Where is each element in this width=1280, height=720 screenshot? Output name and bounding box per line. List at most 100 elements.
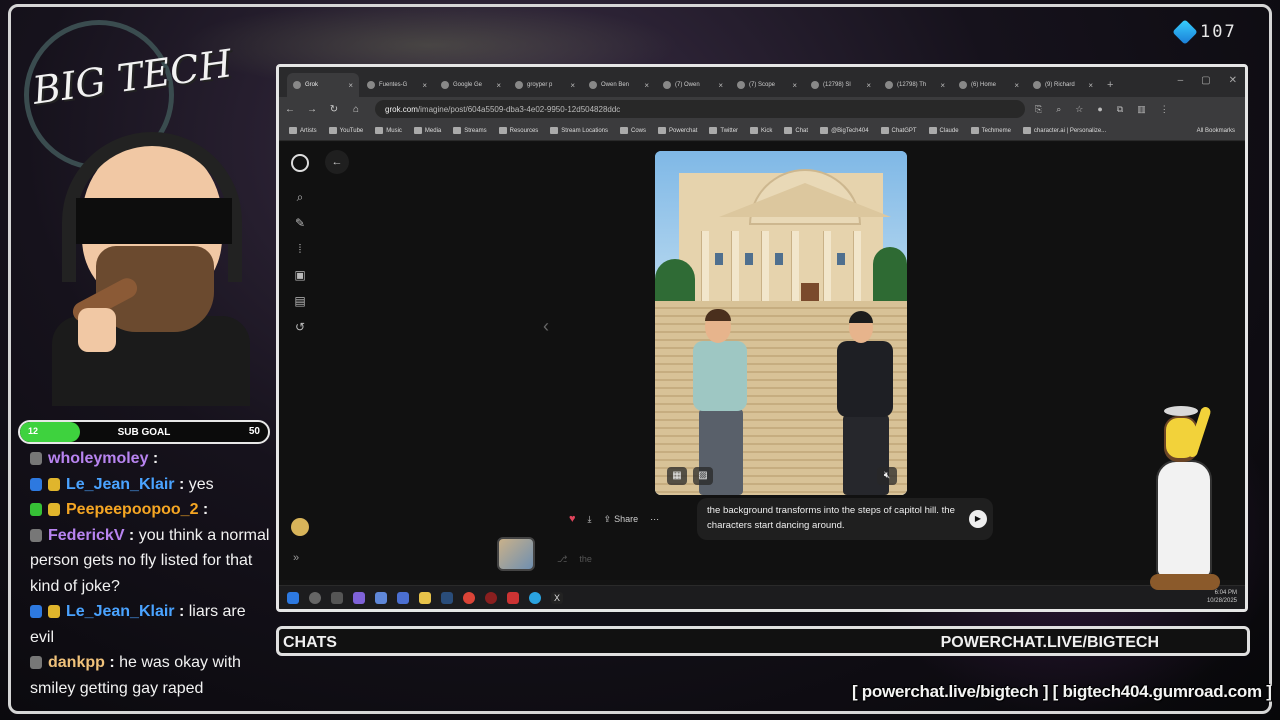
tab-close-icon[interactable]: × [644, 81, 649, 90]
heart-icon[interactable]: ♥ [569, 513, 576, 525]
home-icon[interactable]: ⌂ [345, 104, 367, 115]
folder-icon [413, 127, 422, 134]
bookmark-item[interactable]: Cows [620, 127, 646, 134]
all-bookmarks[interactable]: All Bookmarks [1197, 128, 1235, 134]
prompt-input[interactable]: ⎇ the [557, 546, 1077, 572]
tab-close-icon[interactable]: × [1014, 81, 1019, 90]
browser-tab[interactable]: (12798) Sl × [805, 73, 877, 97]
bookmark-item[interactable]: Stream Locations [550, 127, 608, 134]
tab-close-icon[interactable]: × [496, 81, 501, 90]
x-icon[interactable]: X [551, 591, 563, 604]
chat-username[interactable]: Le_Jean_Klair [66, 476, 175, 493]
minimize-icon[interactable]: – [1178, 75, 1184, 86]
user-avatar[interactable] [291, 518, 309, 536]
bookmark-item[interactable]: Music [375, 127, 402, 134]
tab-close-icon[interactable]: × [570, 81, 575, 90]
voice-icon[interactable]: ⦙ [293, 242, 307, 256]
browser-tab[interactable]: (7) Scope × [731, 73, 803, 97]
chat-username[interactable]: Peepeepoopoo_2 [66, 501, 198, 518]
play-button[interactable]: ▶ [969, 510, 987, 528]
tab-close-icon[interactable]: × [348, 81, 353, 90]
tab-close-icon[interactable]: × [422, 81, 427, 90]
bookmark-item[interactable]: Resources [498, 127, 538, 134]
share-button[interactable]: ⇪ Share [604, 514, 639, 525]
chat-username[interactable]: dankpp [48, 654, 105, 671]
install-icon[interactable]: ⎘ [1035, 104, 1042, 115]
chat-username[interactable]: FederickV [48, 527, 124, 544]
reload-icon[interactable]: ↻ [323, 104, 345, 115]
menu-icon[interactable]: ⋮ [1160, 104, 1169, 115]
image-icon[interactable]: ▨ [693, 467, 713, 485]
task-view-icon[interactable] [331, 591, 343, 604]
browser-tab[interactable]: (12798) Th × [879, 73, 951, 97]
bookmark-star-icon[interactable]: ☆ [1075, 104, 1083, 115]
browser-tab[interactable]: (6) Home × [953, 73, 1025, 97]
browser-tab[interactable]: Google Ge × [435, 73, 507, 97]
attach-icon[interactable]: ⎇ [557, 554, 567, 565]
bookmark-item[interactable]: Techmeme [970, 127, 1011, 134]
tab-close-icon[interactable]: × [1088, 81, 1093, 90]
steam-icon[interactable] [441, 591, 453, 604]
tab-close-icon[interactable]: × [718, 81, 723, 90]
browser-tab[interactable]: (7) Owen × [657, 73, 729, 97]
tab-close-icon[interactable]: × [940, 81, 945, 90]
back-button[interactable]: ← [325, 150, 349, 174]
browser-tab[interactable]: (9) Richard × [1027, 73, 1099, 97]
maximize-icon[interactable]: ▢ [1201, 75, 1210, 86]
video-icon[interactable]: ▦ [667, 467, 687, 485]
bookmark-item[interactable]: character.ai | Personalize... [1022, 127, 1106, 134]
chrome-icon[interactable] [463, 591, 475, 604]
back-icon[interactable]: ← [279, 104, 301, 115]
app-icon[interactable] [397, 591, 409, 604]
browser-tab[interactable]: Grok × [287, 73, 359, 97]
tab-close-icon[interactable]: × [792, 81, 797, 90]
bookmark-item[interactable]: ChatGPT [880, 127, 917, 134]
bookmark-item[interactable]: Artists [289, 127, 317, 134]
projects-icon[interactable]: ▤ [293, 294, 307, 308]
browser-tab[interactable]: Fuentes-G × [361, 73, 433, 97]
bookmark-item[interactable]: YouTube [328, 127, 363, 134]
profile-icon[interactable]: ● [1097, 104, 1102, 115]
download-icon[interactable]: ⤓ [588, 514, 592, 525]
browser-tab[interactable]: Owen Ben × [583, 73, 655, 97]
bookmark-item[interactable]: Streams [453, 127, 487, 134]
start-icon[interactable] [287, 591, 299, 604]
bookmark-item[interactable]: Powerchat [658, 127, 697, 134]
obs-icon[interactable] [485, 591, 497, 604]
grok-logo-icon[interactable] [291, 154, 309, 172]
app-icon[interactable] [375, 591, 387, 604]
expand-sidebar-icon[interactable]: » [293, 552, 299, 564]
new-tab-icon[interactable]: + [1107, 79, 1113, 91]
edit-icon[interactable]: ✎ [293, 216, 307, 230]
history-icon[interactable]: ↺ [293, 320, 307, 334]
app-icon[interactable] [353, 591, 365, 604]
bookmark-item[interactable]: @BigTech404 [820, 127, 869, 134]
search-icon[interactable]: ⌕ [293, 190, 307, 204]
close-icon[interactable]: ✕ [1229, 75, 1237, 86]
bookmark-item[interactable]: Twitter [709, 127, 738, 134]
sunglasses [76, 198, 232, 244]
search-icon[interactable] [309, 591, 321, 604]
extensions-icon[interactable]: ⧉ [1117, 104, 1123, 115]
telegram-icon[interactable] [529, 591, 541, 604]
chat-username[interactable]: Le_Jean_Klair [66, 603, 175, 620]
generated-image[interactable]: ▦ ▨ 🔇︎ [655, 151, 907, 495]
previous-arrow-icon[interactable]: ‹ [543, 316, 549, 337]
bookmark-item[interactable]: Chat [784, 127, 808, 134]
mute-icon[interactable]: 🔇︎ [877, 467, 897, 485]
zoom-icon[interactable]: ⌕ [1056, 104, 1061, 115]
source-thumbnail[interactable] [497, 537, 535, 571]
folder-icon[interactable] [419, 591, 431, 604]
bookmark-item[interactable]: Kick [750, 127, 772, 134]
url-field[interactable]: grok.com /imagine/post/604a5509-dba3-4e0… [375, 100, 1025, 118]
forward-icon[interactable]: → [301, 104, 323, 115]
bookmark-item[interactable]: Claude [928, 127, 959, 134]
tab-close-icon[interactable]: × [866, 81, 871, 90]
bookmark-item[interactable]: Media [413, 127, 441, 134]
chat-username[interactable]: wholeymoley [48, 450, 148, 467]
sidebar-icon[interactable]: ▥ [1137, 104, 1146, 115]
more-icon[interactable]: ⋯ [650, 514, 659, 525]
app-icon[interactable] [507, 591, 519, 604]
browser-tab[interactable]: groyper p × [509, 73, 581, 97]
imagine-icon[interactable]: ▣ [293, 268, 307, 282]
